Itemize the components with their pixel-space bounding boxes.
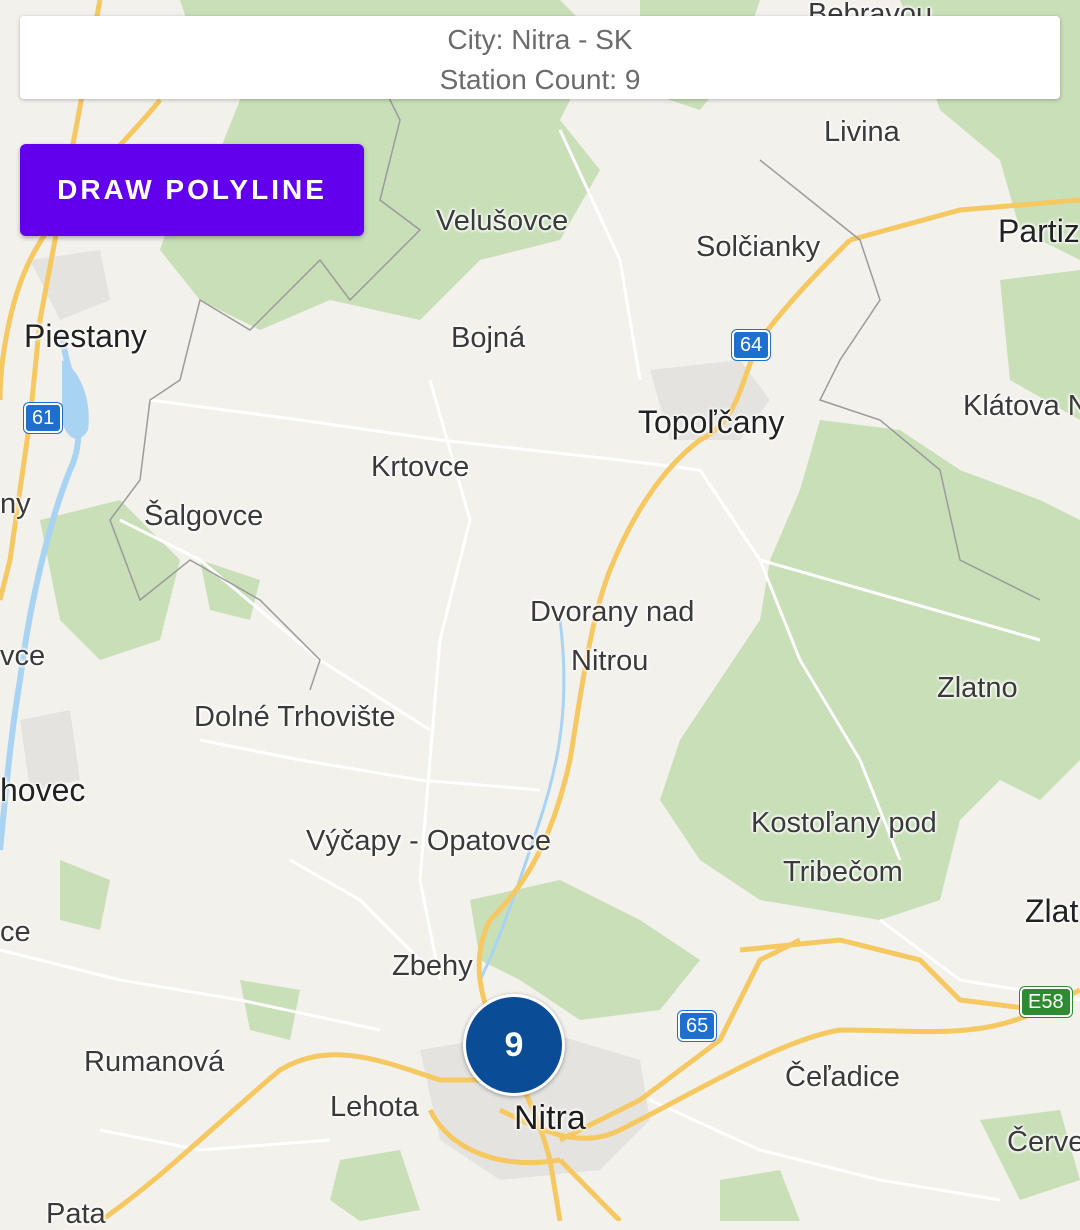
place-label: Bojná: [451, 322, 526, 354]
station-cluster-marker[interactable]: 9: [463, 994, 565, 1096]
place-label: Zlatno: [937, 672, 1018, 704]
place-label: Klátova N: [963, 390, 1080, 422]
place-label: Krtovce: [371, 451, 470, 483]
place-label: Šalgovce: [144, 500, 264, 532]
place-label: Zlat: [1025, 893, 1079, 929]
road-shield-65: 65: [678, 1011, 717, 1041]
place-label: Dvorany nad: [530, 596, 695, 628]
place-label: Pata: [46, 1198, 106, 1230]
road-shield-61: 61: [24, 403, 63, 433]
place-label: Nitra: [514, 1099, 586, 1137]
draw-polyline-button[interactable]: DRAW POLYLINE: [20, 144, 364, 236]
place-label: Velušovce: [436, 205, 569, 237]
place-label: Solčianky: [696, 231, 821, 263]
place-label: Nitrou: [571, 645, 649, 677]
place-label: Rumanová: [84, 1046, 225, 1078]
place-label: ce: [0, 916, 31, 948]
place-label: Čeľadice: [785, 1061, 900, 1093]
place-label: Červe: [1007, 1126, 1080, 1158]
place-label: Výčapy - Opatovce: [306, 825, 551, 857]
place-label: Topoľčany: [638, 404, 785, 440]
place-label: ny: [0, 488, 31, 520]
place-label: Livina: [824, 116, 900, 148]
place-label: Dolné Trhovište: [194, 701, 396, 733]
place-label: hovec: [0, 772, 86, 808]
place-label: Zbehy: [392, 950, 473, 982]
road-shield-e58: E58: [1020, 987, 1072, 1017]
place-label: Piestany: [24, 318, 147, 354]
place-label: Tribečom: [783, 856, 903, 888]
place-label: Partiz: [998, 213, 1080, 249]
road-shield-64: 64: [732, 330, 771, 360]
city-label: City: Nitra - SK: [447, 24, 633, 55]
place-label: Kostoľany pod: [751, 807, 937, 839]
station-count-label: Station Count: 9: [439, 64, 641, 95]
city-info-card: City: Nitra - SK Station Count: 9: [20, 16, 1060, 99]
place-label: Lehota: [330, 1091, 419, 1123]
place-label: vce: [0, 640, 46, 672]
